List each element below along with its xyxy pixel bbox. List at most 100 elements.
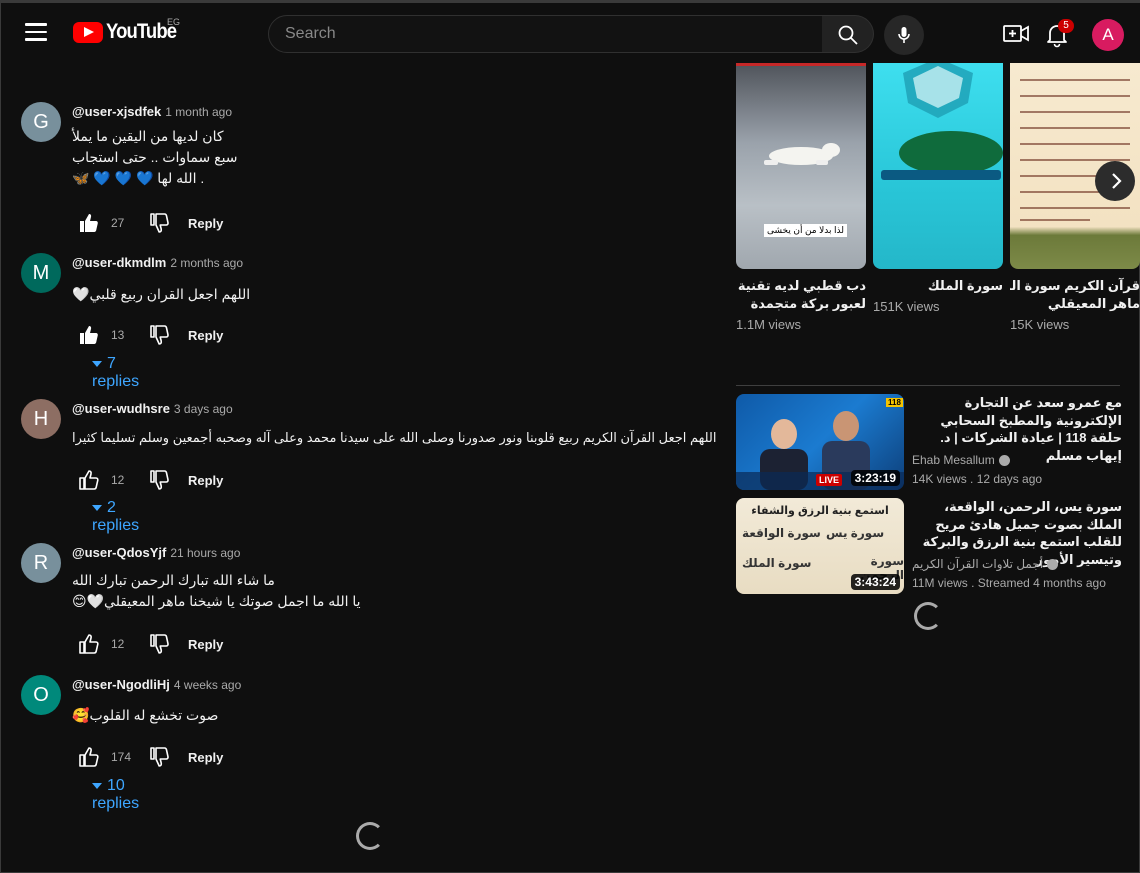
like-count: 13 <box>111 328 125 342</box>
episode-badge: 118 <box>886 398 903 407</box>
logo-text: YouTube <box>106 20 177 43</box>
quran-short-art <box>881 58 1003 180</box>
like-count: 12 <box>111 473 125 487</box>
short-thumbnail[interactable] <box>873 58 1003 269</box>
comment-author[interactable]: @user-wudhsre <box>72 401 170 416</box>
comment-author[interactable]: @user-QdosYjf <box>72 545 166 560</box>
short-views: 151K views <box>873 299 940 314</box>
reply-button[interactable]: Reply <box>188 328 223 343</box>
account-avatar[interactable]: A <box>1092 19 1124 51</box>
verified-icon <box>1047 558 1059 570</box>
comment-time[interactable]: 4 weeks ago <box>174 678 241 692</box>
comment-line: ما شاء الله تبارك الرحمن تبارك الله <box>72 572 275 588</box>
comment-time[interactable]: 21 hours ago <box>170 546 240 560</box>
country-code: EG <box>167 17 181 27</box>
microphone-icon <box>898 27 910 43</box>
reply-button[interactable]: Reply <box>188 637 223 652</box>
like-count: 174 <box>111 750 132 764</box>
live-badge: LIVE <box>816 474 843 486</box>
dislike-icon[interactable] <box>147 632 171 656</box>
comment-text: كان لديها من اليقين ما يملأ سبع سماوات .… <box>72 126 238 189</box>
search-input[interactable] <box>269 16 822 52</box>
short-title[interactable]: سورة الملك <box>873 277 1003 295</box>
comment-actions: 174 Reply <box>77 745 223 769</box>
chevron-right-icon <box>1112 173 1122 189</box>
channel-name-text: Ehab Mesallum <box>912 453 995 467</box>
channel-name[interactable]: أجمل تلاوات القرآن الكريم <box>912 557 1059 571</box>
short-title[interactable]: دب قطبي لديه تقنية آمنة لعبور بركة متجمد… <box>736 277 866 313</box>
comment-time[interactable]: 2 months ago <box>170 256 243 270</box>
dislike-icon[interactable] <box>147 323 171 347</box>
reply-button[interactable]: Reply <box>188 216 223 231</box>
commenter-avatar[interactable]: G <box>21 102 61 142</box>
like-filled-icon[interactable] <box>77 323 101 347</box>
short-item[interactable]: سورة الملك 151K views <box>873 58 1003 314</box>
short-thumbnail[interactable]: لذا بدلا من أن يخشى <box>736 58 866 269</box>
comment-time[interactable]: 1 month ago <box>165 105 232 119</box>
short-overlay-caption: لذا بدلا من أن يخشى <box>764 224 847 237</box>
comment-line: اللهم اجعل القرآن الكريم ربيع قلوبنا ونو… <box>72 430 717 445</box>
caret-down-icon <box>92 782 102 789</box>
short-views: 1.1M views <box>736 317 802 332</box>
search-button[interactable] <box>822 15 874 53</box>
like-icon[interactable] <box>77 745 101 769</box>
video-duration: 3:43:24 <box>850 574 900 590</box>
view-replies-button[interactable]: 2 replies <box>92 499 139 535</box>
comment-time[interactable]: 3 days ago <box>174 402 233 416</box>
video-duration: 3:23:19 <box>850 470 900 486</box>
short-item[interactable]: لذا بدلا من أن يخشى دب قطبي لديه تقنية آ… <box>736 58 866 332</box>
dislike-icon[interactable] <box>147 745 171 769</box>
notification-badge: 5 <box>1058 19 1074 33</box>
channel-name[interactable]: Ehab Mesallum <box>912 453 1010 467</box>
short-title[interactable]: قرآن الكريم سورة الزمر ماهر المعيقلي <box>1010 277 1140 313</box>
view-replies-button[interactable]: 10 replies <box>92 777 139 813</box>
dislike-icon[interactable] <box>147 468 171 492</box>
commenter-avatar[interactable]: H <box>21 399 61 439</box>
voice-search-button[interactable] <box>884 15 924 55</box>
youtube-play-icon <box>73 21 103 43</box>
polar-bear-image <box>764 143 840 165</box>
commenter-avatar[interactable]: R <box>21 543 61 583</box>
thumbnail-surah: سورة يس <box>826 526 885 540</box>
shorts-next-button[interactable] <box>1095 161 1135 201</box>
commenter-avatar[interactable]: O <box>21 675 61 715</box>
like-count: 27 <box>111 216 125 230</box>
search-icon <box>838 25 858 45</box>
verified-icon <box>998 454 1010 466</box>
like-filled-icon[interactable] <box>77 211 101 235</box>
caret-down-icon <box>92 504 102 511</box>
caret-down-icon <box>92 360 102 367</box>
comment-author[interactable]: @user-xjsdfek <box>72 104 161 119</box>
thumbnail-heading: استمع بنية الرزق والشفاء <box>751 505 889 517</box>
comment-line: 🦋 💙 💙 💙 الله لها . <box>72 170 205 186</box>
comment-text: اللهم اجعل القرآن الكريم ربيع قلوبنا ونو… <box>72 427 717 448</box>
menu-icon[interactable] <box>25 23 47 41</box>
short-title-line: دب قطبي لديه تقنية آمنة <box>736 278 866 293</box>
view-replies-button[interactable]: 7 replies <box>92 355 139 391</box>
short-title-line: قرآن الكريم سورة الزمر <box>1010 278 1140 293</box>
comment-author[interactable]: @user-NgodliHj <box>72 677 170 692</box>
video-thumbnail[interactable]: استمع بنية الرزق والشفاء سورة يس سورة ال… <box>736 498 904 594</box>
short-title-line: ماهر المعيقلي <box>1047 296 1140 311</box>
comment-actions: 13 Reply <box>77 323 223 347</box>
comment-line: 🥰صوت تخشع له القلوب <box>72 707 219 723</box>
comment-line: كان لديها من اليقين ما يملأ <box>72 128 224 144</box>
comment-line: 😊🤍يا الله ما اجمل صوتك يا شيخنا ماهر الم… <box>72 593 361 609</box>
video-thumbnail[interactable]: 118 LIVE 3:23:19 <box>736 394 904 490</box>
comment-text: 🥰صوت تخشع له القلوب <box>72 705 218 726</box>
video-meta: 14K views . 12 days ago <box>912 472 1043 486</box>
commenter-avatar[interactable]: M <box>21 253 61 293</box>
dislike-icon[interactable] <box>147 211 171 235</box>
video-meta: 11M views . Streamed 4 months ago <box>912 576 1106 590</box>
thumbnail-surah: سورة الواقعة <box>742 526 821 540</box>
reply-button[interactable]: Reply <box>188 750 223 765</box>
comment-author[interactable]: @user-dkmdlm <box>72 255 166 270</box>
comment-text: 🤍اللهم اجعل القران ربيع قلبي <box>72 284 250 305</box>
comment-line: سبع سماوات .. حتى استجاب <box>72 149 238 165</box>
reply-button[interactable]: Reply <box>188 473 223 488</box>
channel-name-text: أجمل تلاوات القرآن الكريم <box>912 557 1044 571</box>
like-icon[interactable] <box>77 468 101 492</box>
create-video-button[interactable] <box>1001 21 1031 47</box>
thumbnail-surah: سورة الملك <box>742 556 812 570</box>
like-icon[interactable] <box>77 632 101 656</box>
